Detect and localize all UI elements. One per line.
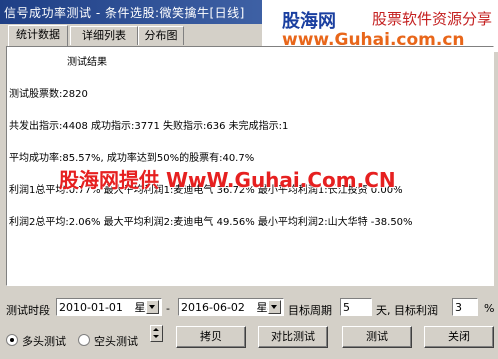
tab-detail-list[interactable]: 详细列表 bbox=[70, 26, 138, 45]
close-button[interactable]: 关闭 bbox=[424, 326, 494, 348]
brand-tagline: 股票软件资源分享 bbox=[372, 10, 493, 28]
target-period-input[interactable]: 5 bbox=[340, 298, 372, 316]
stock-count: 测试股票数:2820 bbox=[9, 89, 88, 100]
period-spinner[interactable] bbox=[150, 325, 163, 342]
signal-summary: 共发出指示:4408 成功指示:3771 失败指示:636 未完成指示:1 bbox=[9, 121, 289, 132]
spin-down-icon[interactable] bbox=[153, 335, 159, 338]
long-test-radio[interactable] bbox=[6, 334, 18, 346]
short-test-radio[interactable] bbox=[78, 334, 90, 346]
copy-button[interactable]: 拷贝 bbox=[176, 326, 246, 348]
success-rate: 平均成功率:85.57%, 成功率达到50%的股票有:40.7% bbox=[9, 153, 255, 164]
target-profit-input[interactable]: 3 bbox=[452, 298, 478, 316]
watermark-text: 股海网提供 WwW.Guhai.Com.CN bbox=[59, 168, 396, 192]
long-test-label: 多头测试 bbox=[22, 335, 66, 348]
target-period-label: 目标周期 bbox=[288, 304, 332, 317]
short-test-label: 空头测试 bbox=[94, 335, 138, 348]
run-test-button[interactable]: 测试 bbox=[342, 326, 412, 348]
results-panel: 测试结果 测试股票数:2820 共发出指示:4408 成功指示:3771 失败指… bbox=[6, 46, 494, 286]
chevron-down-icon[interactable] bbox=[268, 300, 281, 314]
target-profit-label: 天, 目标利润 bbox=[376, 304, 438, 317]
percent-sign: % bbox=[484, 302, 495, 315]
compare-test-button[interactable]: 对比测试 bbox=[258, 326, 328, 348]
results-heading: 测试结果 bbox=[67, 57, 107, 68]
tab-distribution[interactable]: 分布图 bbox=[138, 26, 184, 45]
date-separator: - bbox=[166, 302, 170, 315]
start-date: 2010-01-01 bbox=[59, 301, 123, 314]
end-date-picker[interactable]: 2016-06-02 星期 bbox=[178, 298, 284, 316]
window-title: 信号成功率测试 - 条件选股:微笑擒牛[日线] bbox=[4, 6, 245, 20]
start-date-picker[interactable]: 2010-01-01 星期 bbox=[56, 298, 162, 316]
period-label: 测试时段 bbox=[6, 304, 50, 317]
tab-statistics[interactable]: 统计数据 bbox=[8, 25, 68, 46]
spin-up-icon[interactable] bbox=[153, 328, 159, 331]
chevron-down-icon[interactable] bbox=[146, 300, 159, 314]
profit2-summary: 利润2总平均:2.06% 最大平均利润2:麦迪电气 49.56% 最小平均利润2… bbox=[9, 217, 413, 228]
brand-banner: 股海网 股票软件资源分享 www.Guhai.com.cn bbox=[262, 0, 498, 52]
end-date: 2016-06-02 bbox=[181, 301, 245, 314]
